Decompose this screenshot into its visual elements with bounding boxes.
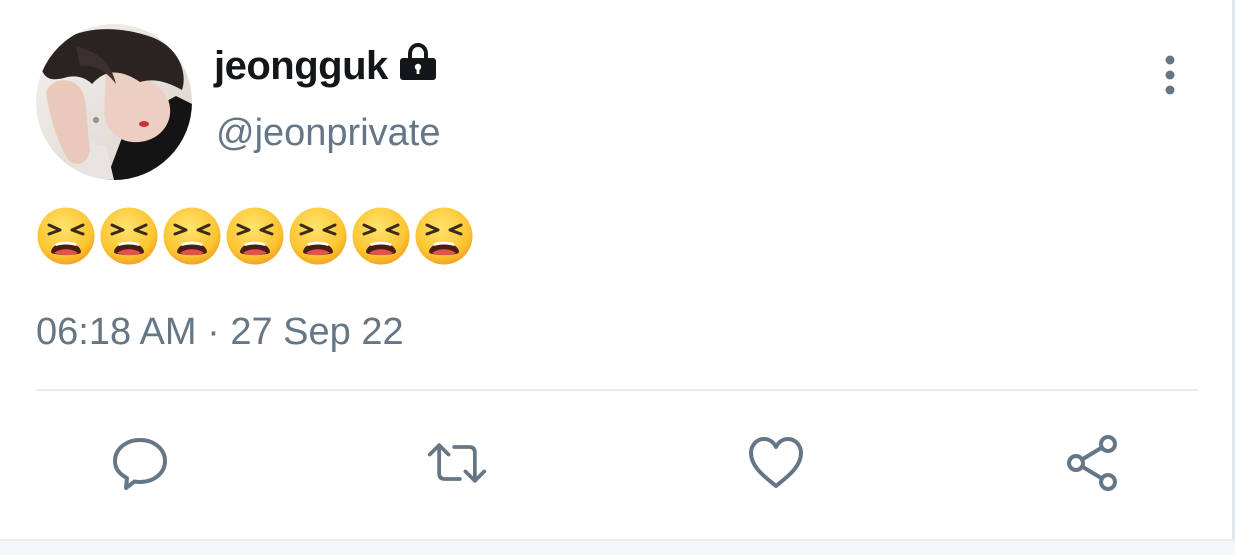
more-vertical-icon[interactable] (1158, 54, 1182, 98)
tired-face-emoji (163, 207, 221, 265)
panel-bottom-border (0, 539, 1235, 555)
tired-face-emoji (289, 207, 347, 265)
tired-face-emoji (100, 207, 158, 265)
reply-button[interactable] (109, 432, 171, 494)
tired-face-emoji (37, 207, 95, 265)
name-row: jeongguk (214, 42, 438, 89)
divider (36, 389, 1198, 391)
display-name[interactable]: jeongguk (214, 44, 388, 89)
tired-face-emoji (226, 207, 284, 265)
retweet-button[interactable] (426, 432, 488, 494)
share-button[interactable] (1062, 432, 1124, 494)
avatar-image (36, 24, 192, 180)
tired-face-emoji (352, 207, 410, 265)
heart-icon (749, 437, 803, 488)
retweet-icon (427, 443, 487, 483)
lock-icon (398, 42, 438, 83)
share-icon (1067, 435, 1117, 491)
user-handle[interactable]: @jeonprivate (216, 112, 440, 155)
tweet-content (36, 206, 474, 266)
like-button[interactable] (745, 432, 807, 494)
tired-face-emoji (415, 207, 473, 265)
avatar[interactable] (36, 24, 192, 180)
reply-icon (113, 438, 167, 490)
tweet-timestamp[interactable]: 06:18 AM · 27 Sep 22 (36, 311, 404, 354)
